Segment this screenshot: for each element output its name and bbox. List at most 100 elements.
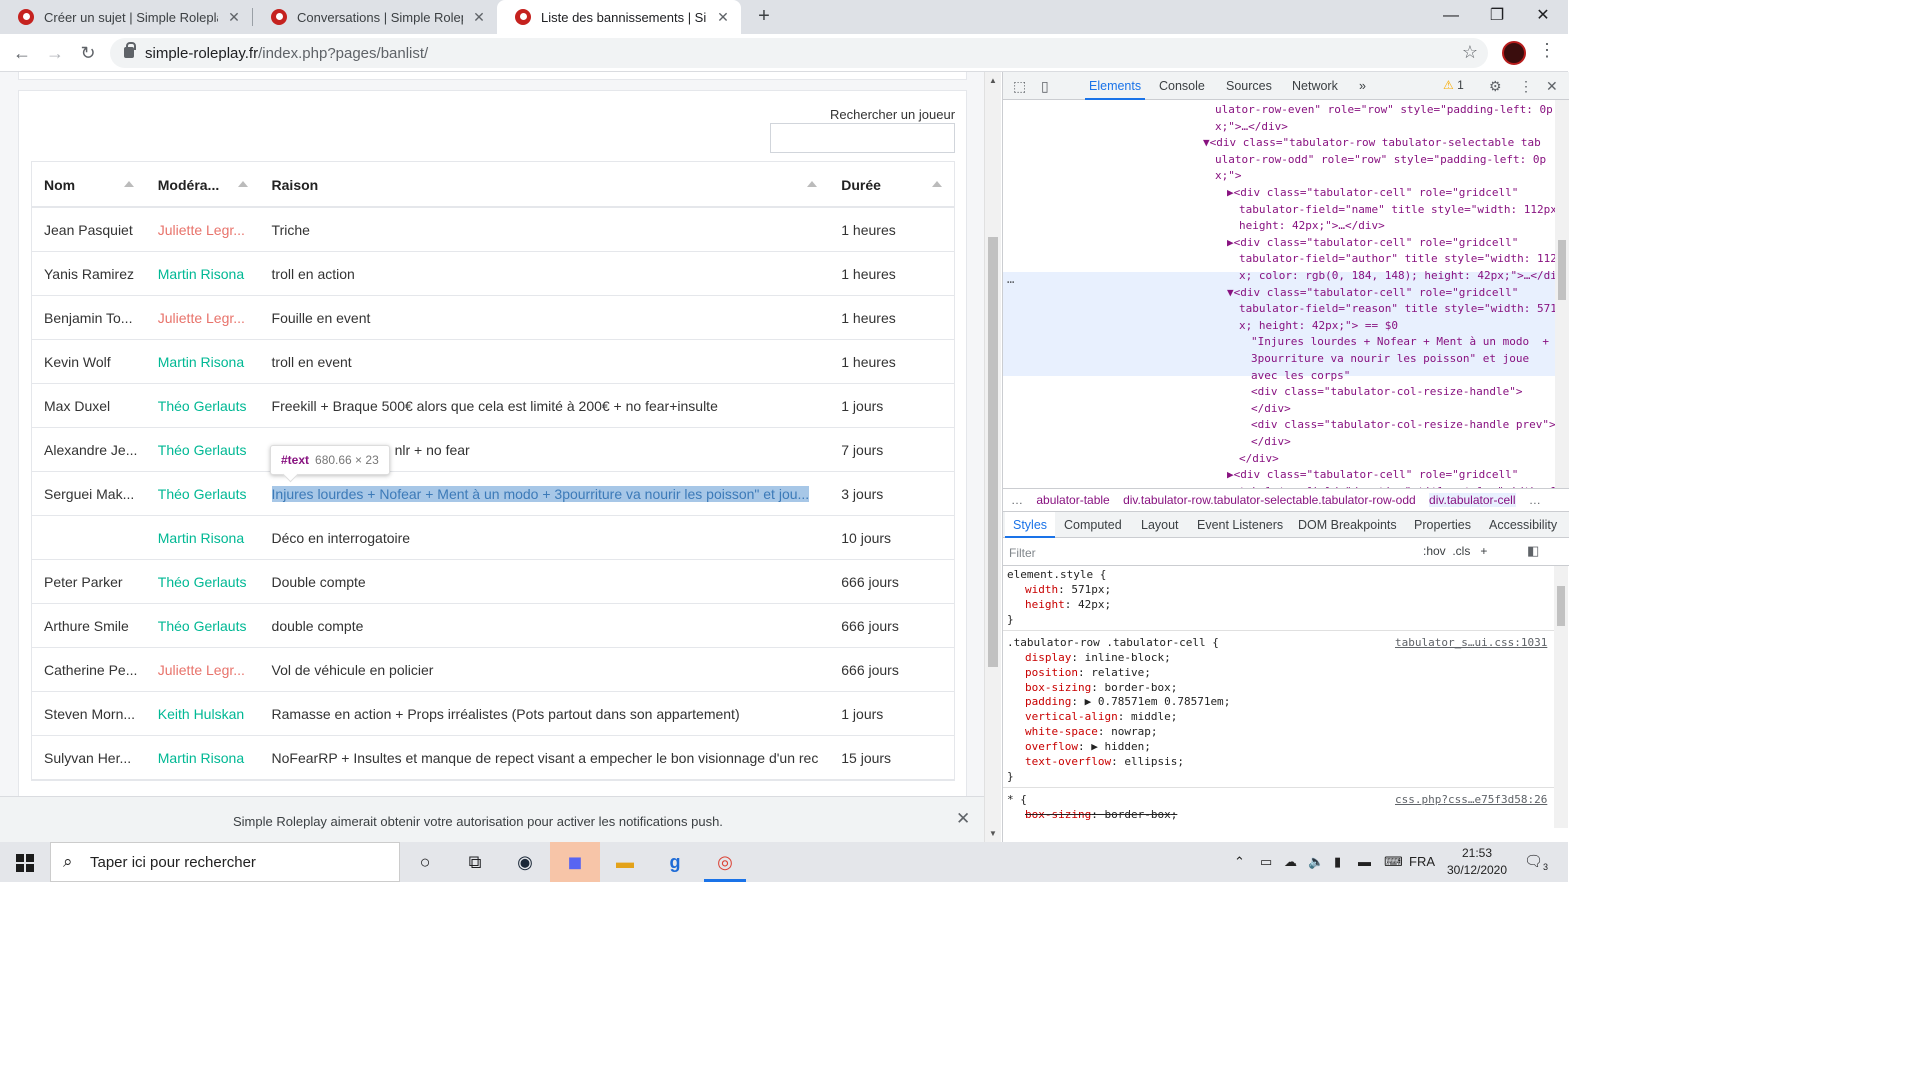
dom-scrollbar[interactable] xyxy=(1555,100,1569,488)
maximize-button[interactable]: ❐ xyxy=(1474,0,1520,32)
dom-node-line[interactable]: x; color: rgb(0, 184, 148); height: 42px… xyxy=(1239,268,1569,285)
node-actions-icon[interactable]: ⋯ xyxy=(1007,274,1014,291)
table-row[interactable]: Jean Pasquiet Juliette Legr... Triche 1 heu… xyxy=(32,208,954,252)
dom-node-line[interactable]: ▶<div class="tabulator-cell" role="gridc… xyxy=(1227,235,1569,252)
styles-filter-input[interactable]: Filter xyxy=(1009,544,1409,562)
battery-icon[interactable]: ▬ xyxy=(1358,854,1371,869)
scrollbar-thumb[interactable] xyxy=(1557,586,1565,626)
sort-arrow-icon[interactable] xyxy=(931,181,942,187)
style-property[interactable]: position: relative; xyxy=(1025,666,1151,681)
dom-node-line[interactable]: height: 42px;">…</div> xyxy=(1239,218,1569,235)
dom-node-line[interactable]: ▶<div class="tabulator-cell" role="gridc… xyxy=(1227,467,1569,484)
url-text[interactable]: simple-roleplay.fr/index.php?pages/banli… xyxy=(145,45,428,62)
style-property[interactable]: text-overflow: ellipsis; xyxy=(1025,755,1184,770)
column-header-name[interactable]: Nom xyxy=(32,162,146,206)
table-row[interactable]: Martin Risona Déco en interrogatoire 10 jo… xyxy=(32,516,954,560)
dom-node-line[interactable]: tabulator-field="author" title style="wi… xyxy=(1239,251,1569,268)
dom-node-line[interactable]: <div class="tabulator-col-resize-handle"… xyxy=(1251,384,1569,401)
device-toolbar-icon[interactable]: ▯ xyxy=(1041,78,1049,95)
style-property[interactable]: box-sizing: border-box; xyxy=(1025,681,1177,696)
more-tabs-icon[interactable]: » xyxy=(1359,72,1366,100)
dom-node-line[interactable]: ▼<div class="tabulator-row tabulator-sel… xyxy=(1203,135,1569,152)
styles-scrollbar[interactable] xyxy=(1554,566,1568,828)
sort-arrow-icon[interactable] xyxy=(123,181,134,187)
table-row[interactable]: Alexandre Je...Théo GerlautsRP + NLR + N… xyxy=(32,428,954,472)
language-indicator[interactable]: FRA xyxy=(1409,854,1435,869)
dom-node-line[interactable]: tabulator-field="name" title style="widt… xyxy=(1239,202,1569,219)
dom-node-line[interactable]: avec les corps" xyxy=(1251,368,1569,385)
dom-node-line[interactable]: x; height: 42px;"> == $0 xyxy=(1239,318,1569,335)
table-row[interactable]: Catherine Pe... Juliette Legr... Vol de vé… xyxy=(32,648,954,692)
window-close-button[interactable]: ✕ xyxy=(1520,0,1566,32)
page-scrollbar[interactable]: ▲ ▼ xyxy=(984,72,1001,842)
file-explorer-icon[interactable]: ▬ xyxy=(600,842,650,882)
address-bar[interactable]: simple-roleplay.fr/index.php?pages/banli… xyxy=(110,38,1488,68)
subtab-computed[interactable]: Computed xyxy=(1064,512,1122,538)
devtools-tab-elements[interactable]: Elements xyxy=(1085,72,1146,100)
table-row[interactable]: Steven Morn... Keith Hulskan Ramasse en ac… xyxy=(32,692,954,736)
player-search-input[interactable] xyxy=(770,123,955,153)
dom-node-line[interactable]: "Injures lourdes + Nofear + Ment à un mo… xyxy=(1251,334,1569,351)
subtab-properties[interactable]: Properties xyxy=(1414,512,1471,538)
chevron-up-icon[interactable]: ⌃ xyxy=(1234,854,1245,870)
dom-node-line[interactable]: x;"> xyxy=(1215,168,1569,185)
inspect-element-icon[interactable]: ⬚ xyxy=(1013,78,1026,95)
toggle-sidebar-icon[interactable]: ◧ xyxy=(1527,543,1539,559)
style-property[interactable]: display: inline-block; xyxy=(1025,651,1171,666)
close-icon[interactable]: ✕ xyxy=(956,809,970,829)
scrollbar-thumb[interactable] xyxy=(1558,240,1566,300)
microphone-icon[interactable]: ▮ xyxy=(1334,854,1341,870)
gmod-icon[interactable]: g xyxy=(650,842,700,882)
lock-icon[interactable] xyxy=(124,42,136,58)
column-header-moderator[interactable]: Modéra... xyxy=(146,162,260,206)
sort-arrow-icon[interactable] xyxy=(807,181,818,187)
new-tab-button[interactable]: + xyxy=(752,4,776,28)
action-center-icon[interactable]: 🗨3 xyxy=(1524,852,1548,872)
scroll-down-icon[interactable]: ▼ xyxy=(989,829,997,838)
devtools-menu-icon[interactable]: ⋮ xyxy=(1519,78,1533,95)
devtools-tab-console[interactable]: Console xyxy=(1159,72,1205,100)
chrome-icon[interactable]: ◎ xyxy=(700,842,750,882)
rule-source-link[interactable]: tabulator_s…ui.css:1031 xyxy=(1395,636,1547,651)
steam-icon[interactable]: ◉ xyxy=(500,842,550,882)
volume-icon[interactable]: 🔈 xyxy=(1308,854,1324,870)
subtab-styles[interactable]: Styles xyxy=(1005,512,1056,538)
breadcrumb-row[interactable]: div.tabulator-row.tabulator-selectable.t… xyxy=(1123,493,1416,507)
style-property[interactable]: width: 571px; xyxy=(1025,583,1111,598)
devtools-tab-network[interactable]: Network xyxy=(1292,72,1338,100)
breadcrumb-table[interactable]: abulator-table xyxy=(1036,493,1109,507)
taskbar-search[interactable]: ⌕ Taper ici pour rechercher xyxy=(50,842,400,882)
device-icon[interactable]: ▭ xyxy=(1260,854,1272,870)
bookmark-star-icon[interactable]: ☆ xyxy=(1462,42,1478,63)
warning-counter[interactable]: ⚠ 1 xyxy=(1443,78,1464,92)
dom-node-line[interactable]: </div> xyxy=(1251,434,1569,451)
discord-icon[interactable]: ◼ xyxy=(550,842,600,882)
subtab-event-listeners[interactable]: Event Listeners xyxy=(1197,512,1283,538)
tab-create-topic[interactable]: Créer un sujet | Simple Roleplay ✕ xyxy=(0,0,252,34)
minimize-button[interactable]: — xyxy=(1428,0,1474,32)
subtab-dom-breakpoints[interactable]: DOM Breakpoints xyxy=(1298,512,1397,538)
sort-arrow-icon[interactable] xyxy=(237,181,248,187)
column-header-duration[interactable]: Durée xyxy=(829,162,954,206)
task-view-icon[interactable]: ⧉ xyxy=(450,842,500,882)
subtab-accessibility[interactable]: Accessibility xyxy=(1489,512,1557,538)
tab-banlist[interactable]: Liste des bannissements | Simple ✕ xyxy=(497,0,741,34)
style-property[interactable]: height: 42px; xyxy=(1025,598,1111,613)
back-arrow-icon[interactable]: ← xyxy=(9,40,35,66)
rule-source-link[interactable]: css.php?css…e75f3d58:26 xyxy=(1395,793,1547,808)
browser-menu-icon[interactable]: ⋮ xyxy=(1538,40,1556,61)
table-row[interactable]: Benjamin To... Juliette Legr... Fouille en… xyxy=(32,296,954,340)
table-row[interactable]: Sulyvan Her... Martin Risona NoFearRP + In… xyxy=(32,736,954,780)
table-row[interactable]: Serguei Mak... Théo Gerlauts Injures lourd… xyxy=(32,472,954,516)
style-property-overridden[interactable]: box-sizing: border-box; xyxy=(1025,808,1177,823)
close-icon[interactable]: ✕ xyxy=(471,9,487,26)
dom-node-line[interactable]: ▶<div class="tabulator-cell" role="gridc… xyxy=(1227,185,1569,202)
close-icon[interactable]: ✕ xyxy=(1546,78,1558,95)
windows-start-icon[interactable] xyxy=(16,854,34,872)
breadcrumb-cell[interactable]: div.tabulator-cell xyxy=(1429,493,1516,507)
table-row[interactable]: Yanis Ramirez Martin Risona troll en actio… xyxy=(32,252,954,296)
breadcrumb-overflow-end[interactable]: … xyxy=(1529,493,1541,507)
table-row[interactable]: Max Duxel Théo Gerlauts Freekill + Braque … xyxy=(32,384,954,428)
styles-filter-tools[interactable]: :hov .cls + xyxy=(1423,544,1487,558)
devtools-tab-sources[interactable]: Sources xyxy=(1226,72,1272,100)
